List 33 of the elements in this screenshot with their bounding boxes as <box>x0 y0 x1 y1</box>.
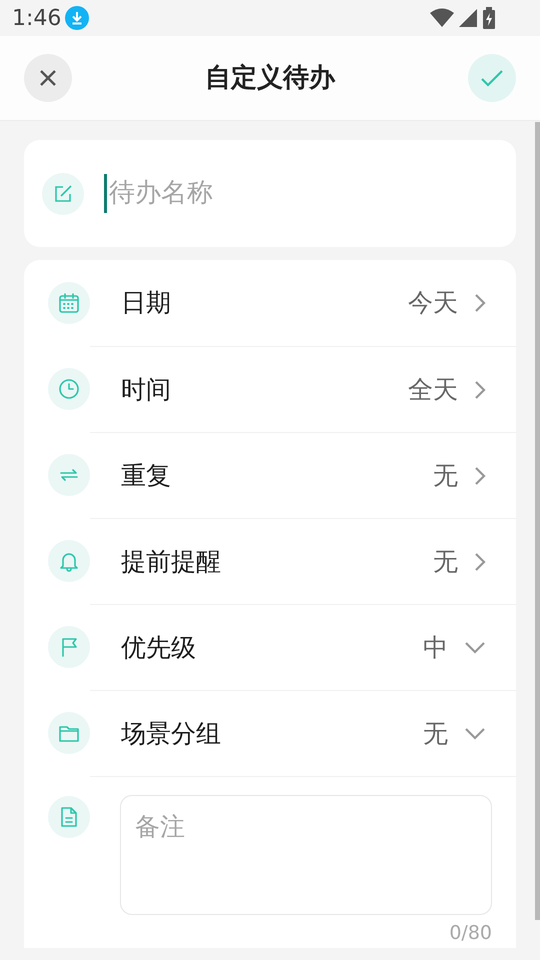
wifi-icon <box>430 8 454 28</box>
settings-row[interactable]: 提前提醒 无 <box>90 518 516 604</box>
folder-icon <box>48 712 90 754</box>
text-input[interactable]: 待办名称 <box>104 174 496 213</box>
repeat-icon <box>48 454 90 496</box>
chevron-down-icon <box>464 726 486 740</box>
battery-icon <box>482 7 496 29</box>
settings-row[interactable]: 场景分组 无 <box>90 690 516 776</box>
chevron-right-icon <box>474 293 486 313</box>
chevron-right-icon <box>474 466 486 486</box>
edit-icon <box>42 172 84 214</box>
page-title: 自定义待办 <box>205 62 335 94</box>
chevron-right-icon <box>474 552 486 572</box>
bell-icon <box>48 540 90 582</box>
flag-icon <box>48 626 90 668</box>
clock-icon <box>48 368 90 410</box>
close-icon <box>39 69 57 87</box>
character-counter: 0/80 <box>449 921 492 946</box>
notes-field[interactable]: 备注 <box>120 795 492 915</box>
task-name-field[interactable]: 待办名称 <box>24 140 516 247</box>
settings-row[interactable]: 时间 全天 <box>90 346 516 432</box>
download-icon <box>65 6 90 30</box>
settings-row[interactable]: 日期 今天 <box>90 260 516 346</box>
settings-row[interactable]: 重复 无 <box>90 432 516 518</box>
calendar-icon <box>48 282 90 324</box>
document-icon <box>48 796 90 838</box>
chevron-right-icon <box>474 380 486 400</box>
checkmark-icon <box>480 69 504 87</box>
status-time: 1:46 <box>12 4 62 32</box>
close-button[interactable] <box>24 54 72 102</box>
chevron-down-icon <box>464 640 486 654</box>
settings-row[interactable]: 优先级 中 <box>90 604 516 690</box>
signal-icon <box>458 8 478 28</box>
